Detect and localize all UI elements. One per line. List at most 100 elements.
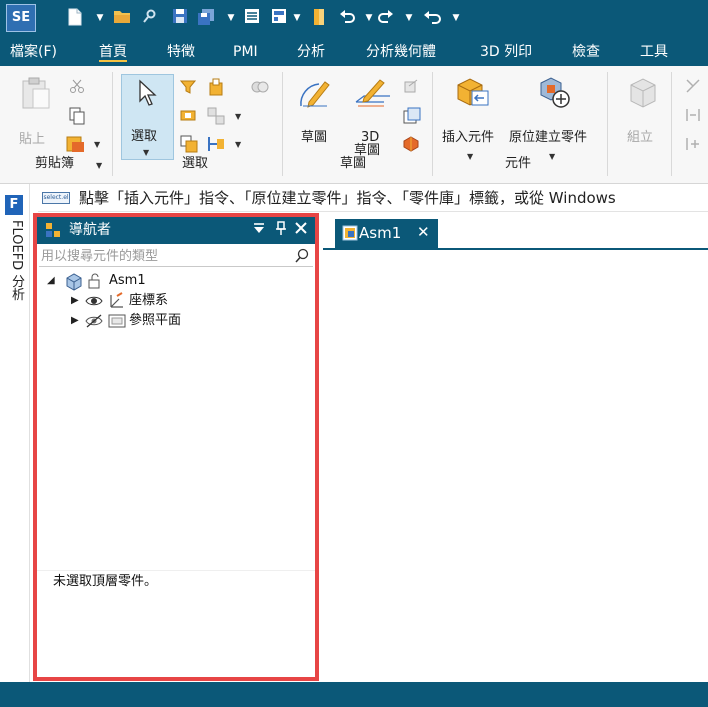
create-part-in-place-label: 原位建立零件 [509,130,588,145]
properties-icon[interactable] [244,8,260,28]
insert-component-dropdown-icon[interactable]: ▼ [467,152,473,161]
assembly-select-icon[interactable] [207,107,225,129]
tab-inspect[interactable]: 檢查 [572,42,600,62]
assembly-doc-icon [342,225,358,245]
search-input[interactable] [41,246,289,266]
collapse-icon[interactable] [251,79,269,99]
expand-right-icon[interactable]: ▶ [71,311,79,331]
copy-icon[interactable] [69,107,85,129]
navigator-search [39,245,313,267]
assemble-icon[interactable] [627,77,659,115]
paste-special-icon[interactable] [66,135,86,157]
prompt-bar: select.el 點擊「插入元件」指令、「原位建立零件」指令、「零件庫」標籤，… [38,184,708,212]
navigator-footer-divider [37,570,315,571]
bookmark-icon[interactable] [312,8,326,28]
tree-row-coordinate-systems[interactable]: ▶ 座標系 [67,291,305,311]
cursor-arrow-icon [137,79,159,111]
expand-right-icon[interactable]: ▶ [71,291,79,311]
sketch-tool-3-icon[interactable] [403,136,419,156]
select-group-label: 選取 [182,156,209,171]
expand-down-icon[interactable]: ◢ [47,271,55,291]
sketch-icon[interactable] [297,76,333,114]
close-icon[interactable] [293,221,309,239]
tab-features[interactable]: 特徵 [167,42,195,62]
title-bar: SE ▼ ▼ ▼ ▼ ▼ ▼ [0,0,708,36]
paste-label: 貼上 [19,132,46,147]
layout-icon[interactable] [271,8,287,28]
paste-icon[interactable] [20,76,52,114]
quick-access-menu-icon[interactable]: ▼ [451,8,461,28]
assemble-label: 組立 [627,130,654,145]
cut-icon[interactable] [69,78,85,98]
relate-icon-1[interactable] [685,78,701,98]
query-select-icon[interactable] [180,135,198,157]
tab-analysis[interactable]: 分析 [297,42,325,62]
sketch-3d-icon[interactable] [354,76,390,114]
tab-pmi[interactable]: PMI [233,42,258,62]
tree-row-assembly[interactable]: ◢ Asm1 [45,271,305,291]
paste-special-dropdown-icon[interactable]: ▼ [94,140,100,149]
app-logo[interactable]: SE [6,4,36,32]
filter-icon[interactable] [179,79,197,99]
new-file-icon[interactable] [68,8,82,28]
new-dropdown-icon[interactable]: ▼ [95,8,105,28]
document-tab[interactable]: Asm1 ✕ [335,219,438,248]
tab-file[interactable]: 檔案(F) [10,42,57,62]
undo-dropdown-icon[interactable]: ▼ [364,8,374,28]
tree-label-asm1: Asm1 [109,273,146,288]
save-all-icon[interactable] [197,8,215,28]
ribbon-separator [282,72,283,176]
insert-component-icon[interactable] [454,75,490,115]
redo-icon[interactable] [377,8,395,28]
pin-icon[interactable] [273,221,289,239]
left-panel-strip: F FLOEFD 分析 [0,184,30,682]
tab-3d-print[interactable]: 3D 列印 [480,42,532,62]
sketch-tool-2-icon[interactable] [403,107,421,129]
repeat-icon[interactable] [423,8,443,28]
close-tab-icon[interactable]: ✕ [417,223,430,241]
prompt-icon: select.el [42,192,70,204]
relate-icon-2[interactable] [685,107,701,127]
save-icon[interactable] [172,8,188,28]
ribbon-separator [432,72,433,176]
layout-dropdown-icon[interactable]: ▼ [292,8,302,28]
tree-row-reference-planes[interactable]: ▶ 參照平面 [67,311,305,331]
undo-icon[interactable] [338,8,356,28]
pathfinder-dropdown-icon[interactable]: ▼ [235,140,241,149]
assembly-select-dropdown-icon[interactable]: ▼ [235,112,241,121]
panel-menu-icon[interactable] [251,221,267,239]
open-folder-icon[interactable] [113,8,131,28]
clipboard-group-dropdown-icon[interactable]: ▼ [96,161,102,170]
part-select-icon[interactable] [208,78,224,100]
hidden-eye-icon[interactable] [85,314,103,335]
insert-component-label: 插入元件 [442,130,495,145]
reference-plane-icon [108,313,126,336]
navigator-panel: 導航者 ◢ Asm1 ▶ 座標系 [33,213,319,681]
sketch-label: 草圖 [301,130,328,145]
tab-home[interactable]: 首頁 [99,42,127,62]
clipboard-group-label: 剪貼簿 [35,156,75,171]
sketch-tool-1-icon[interactable] [403,79,419,99]
tree-label-reference-planes: 參照平面 [129,313,182,328]
pathfinder-select-icon[interactable] [207,136,225,156]
tab-tools[interactable]: 工具 [640,42,668,62]
relate-icon-3[interactable] [685,136,701,156]
navigator-header: 導航者 [37,217,315,244]
zone-select-icon[interactable] [180,107,196,127]
status-bar [0,682,708,707]
redo-dropdown-icon[interactable]: ▼ [404,8,414,28]
save-dropdown-icon[interactable]: ▼ [226,8,236,28]
tab-analysis-geometry[interactable]: 分析幾何體 [366,42,436,62]
tree-label-coordinate-systems: 座標系 [129,293,169,308]
floefd-tab-label[interactable]: FLOEFD 分析 [7,220,26,300]
select-dropdown-icon[interactable]: ▼ [143,148,149,157]
search-icon[interactable] [295,248,309,268]
ribbon: 貼上 ▼ 剪貼簿 ▼ 選取 ▼ ▼ ▼ 選取 草圖 3D 草圖 草圖 插入元件 … [0,66,708,184]
select-label: 選取 [131,129,158,144]
create-part-in-place-dropdown-icon[interactable]: ▼ [549,152,555,161]
floefd-icon[interactable]: F [5,195,23,215]
find-icon[interactable] [143,8,157,28]
prompt-text: 點擊「插入元件」指令、「原位建立零件」指令、「零件庫」標籤，或從 Windows [79,189,616,207]
components-group-label: 元件 [505,156,532,171]
create-part-in-place-icon[interactable] [537,75,573,115]
